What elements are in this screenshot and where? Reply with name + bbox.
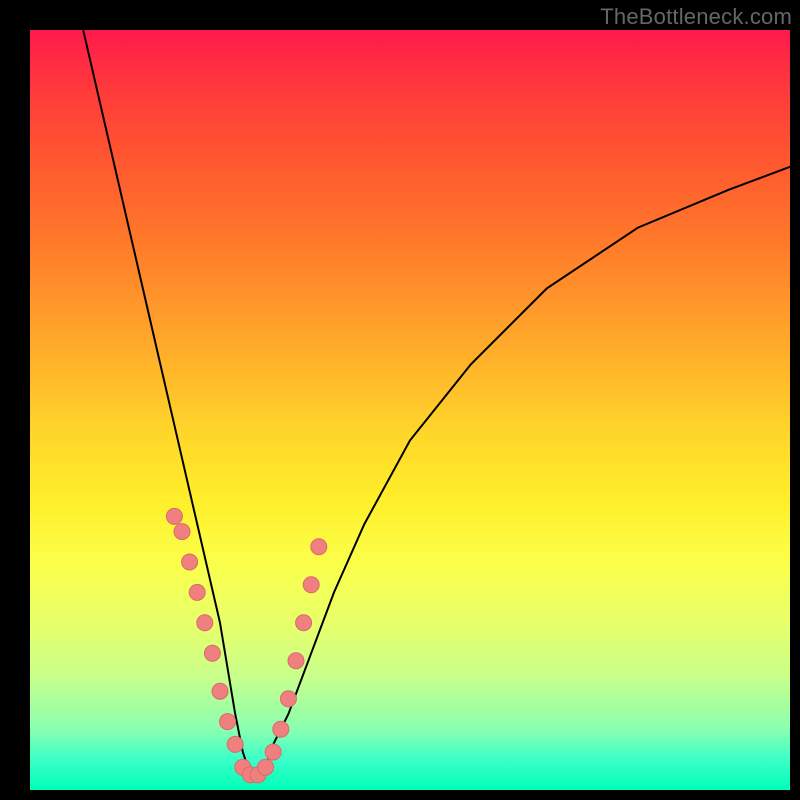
highlighted-point — [265, 744, 281, 760]
highlighted-point — [288, 653, 304, 669]
highlighted-point — [296, 615, 312, 631]
highlighted-point — [273, 721, 289, 737]
highlighted-point — [227, 736, 243, 752]
highlighted-point — [174, 524, 190, 540]
highlighted-point — [311, 539, 327, 555]
highlighted-point — [166, 508, 182, 524]
chart-svg — [30, 30, 790, 790]
highlighted-point — [220, 714, 236, 730]
plot-area — [30, 30, 790, 790]
highlighted-points-group — [166, 508, 326, 782]
highlighted-point — [303, 577, 319, 593]
chart-frame: TheBottleneck.com — [0, 0, 800, 800]
highlighted-point — [182, 554, 198, 570]
highlighted-point — [204, 645, 220, 661]
watermark-text: TheBottleneck.com — [600, 4, 792, 30]
highlighted-point — [197, 615, 213, 631]
highlighted-point — [258, 759, 274, 775]
highlighted-point — [212, 683, 228, 699]
highlighted-point — [280, 691, 296, 707]
profile-curve — [83, 30, 790, 775]
highlighted-point — [189, 584, 205, 600]
